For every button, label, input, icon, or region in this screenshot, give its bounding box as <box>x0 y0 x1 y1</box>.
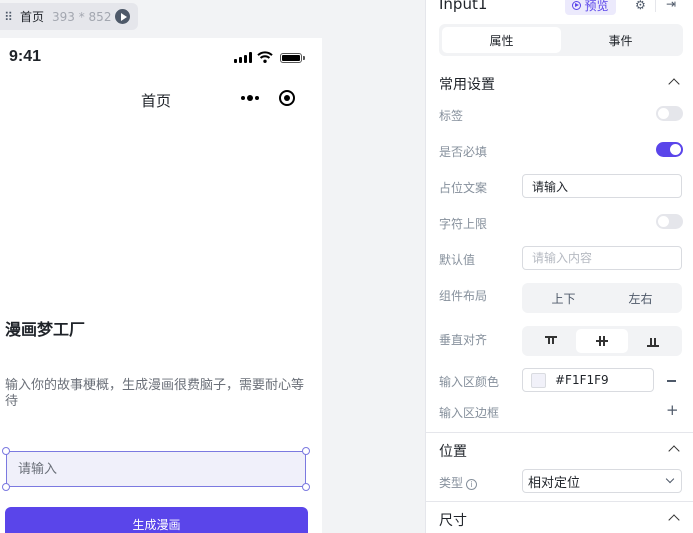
valign-bottom-option[interactable] <box>628 329 679 353</box>
component-name: Input1 <box>439 0 488 13</box>
input-bg-label: 输入区颜色 <box>439 375 500 389</box>
more-icon[interactable] <box>241 91 261 105</box>
drag-handle-icon[interactable]: ⠿ <box>0 10 16 24</box>
layout-label: 组件布局 <box>439 289 488 303</box>
capsule-close-icon[interactable] <box>279 90 295 106</box>
section-title-common: 常用设置 <box>439 77 495 93</box>
valign-label: 垂直对齐 <box>439 333 488 347</box>
tab-events[interactable]: 事件 <box>561 27 680 53</box>
app-title: 漫画梦工厂 <box>5 320 86 339</box>
info-icon[interactable]: i <box>466 479 478 490</box>
position-type-text: 类型 <box>439 476 464 490</box>
panel-header: Input1 预览 ⚙ ⇥ <box>426 0 693 18</box>
resize-handle[interactable] <box>2 447 10 455</box>
properties-panel: Input1 预览 ⚙ ⇥ 属性 事件 常用设置 标签 是否必填 占位文案 字符… <box>425 0 693 533</box>
nav-bar: 首页 <box>0 78 322 120</box>
align-top-icon <box>544 335 557 347</box>
chevron-up-icon[interactable] <box>668 78 680 90</box>
layout-segmented: 上下 左右 <box>522 283 682 313</box>
required-toggle[interactable] <box>656 142 683 157</box>
play-circle-icon <box>572 1 582 10</box>
default-value-label: 默认值 <box>439 253 476 267</box>
nav-title: 首页 <box>140 92 171 110</box>
chevron-up-icon[interactable] <box>668 445 680 457</box>
position-type-value: 相对定位 <box>528 475 581 491</box>
position-type-select[interactable]: 相对定位 <box>522 469 682 493</box>
align-bottom-icon <box>647 335 660 347</box>
signal-icon <box>234 52 252 63</box>
position-type-label: 类型 i <box>439 474 478 491</box>
add-border-icon[interactable]: + <box>666 403 679 418</box>
divider <box>655 0 656 12</box>
remove-color-icon[interactable] <box>667 380 676 382</box>
battery-icon <box>280 53 305 63</box>
preview-button[interactable]: 预览 <box>565 0 616 15</box>
maxlength-toggle[interactable] <box>656 214 683 229</box>
color-swatch[interactable] <box>531 372 546 388</box>
page-chip[interactable]: ⠿ 首页 393 * 852 <box>0 3 138 30</box>
valign-top-option[interactable] <box>525 329 576 353</box>
default-value-input[interactable] <box>522 246 682 270</box>
status-time: 9:41 <box>9 48 42 65</box>
panel-tabs: 属性 事件 <box>439 24 683 56</box>
resize-handle[interactable] <box>302 447 310 455</box>
generate-comic-button[interactable]: 生成漫画 <box>5 507 308 533</box>
layout-option-horizontal[interactable]: 左右 <box>602 286 679 310</box>
maxlength-label: 字符上限 <box>439 217 488 231</box>
section-divider <box>426 501 693 502</box>
placeholder-label: 占位文案 <box>439 181 488 195</box>
chevron-down-icon <box>665 474 675 484</box>
collapse-panel-icon[interactable]: ⇥ <box>666 0 676 11</box>
phone-frame: 9:41 首页 漫画梦工厂 输入你的故事梗概，生成漫画很费脑子，需要耐心等待 请… <box>0 38 322 533</box>
chevron-up-icon[interactable] <box>668 514 680 526</box>
valign-center-option[interactable] <box>576 329 628 353</box>
label-toggle-label: 标签 <box>439 109 464 123</box>
preview-label: 预览 <box>584 0 609 13</box>
design-canvas: ⠿ 首页 393 * 852 9:41 首页 漫画梦工厂 输入你的故事梗概，生成… <box>0 0 425 533</box>
tab-properties[interactable]: 属性 <box>442 27 561 53</box>
status-bar: 9:41 <box>0 38 322 78</box>
placeholder-input[interactable] <box>522 174 682 198</box>
resize-handle[interactable] <box>302 483 310 491</box>
play-icon[interactable] <box>115 9 130 24</box>
section-title-position: 位置 <box>439 444 467 460</box>
color-value: #F1F1F9 <box>555 373 609 387</box>
page-size: 393 * 852 <box>52 9 112 24</box>
selected-input-component[interactable] <box>2 447 310 491</box>
valign-segmented <box>522 326 682 356</box>
story-input[interactable] <box>7 452 305 486</box>
input-border-label: 输入区边框 <box>439 406 500 420</box>
label-toggle[interactable] <box>656 106 683 121</box>
gear-icon[interactable]: ⚙ <box>635 0 646 12</box>
resize-handle[interactable] <box>2 483 10 491</box>
page-name: 首页 <box>20 10 45 24</box>
layout-option-vertical[interactable]: 上下 <box>525 286 602 310</box>
required-label: 是否必填 <box>439 145 488 159</box>
input-bg-color-field[interactable]: #F1F1F9 <box>522 368 654 392</box>
app-description: 输入你的故事梗概，生成漫画很费脑子，需要耐心等待 <box>5 378 305 409</box>
section-title-size: 尺寸 <box>439 513 467 529</box>
wifi-icon <box>257 51 273 63</box>
align-center-icon <box>595 335 608 347</box>
section-divider <box>426 432 693 433</box>
